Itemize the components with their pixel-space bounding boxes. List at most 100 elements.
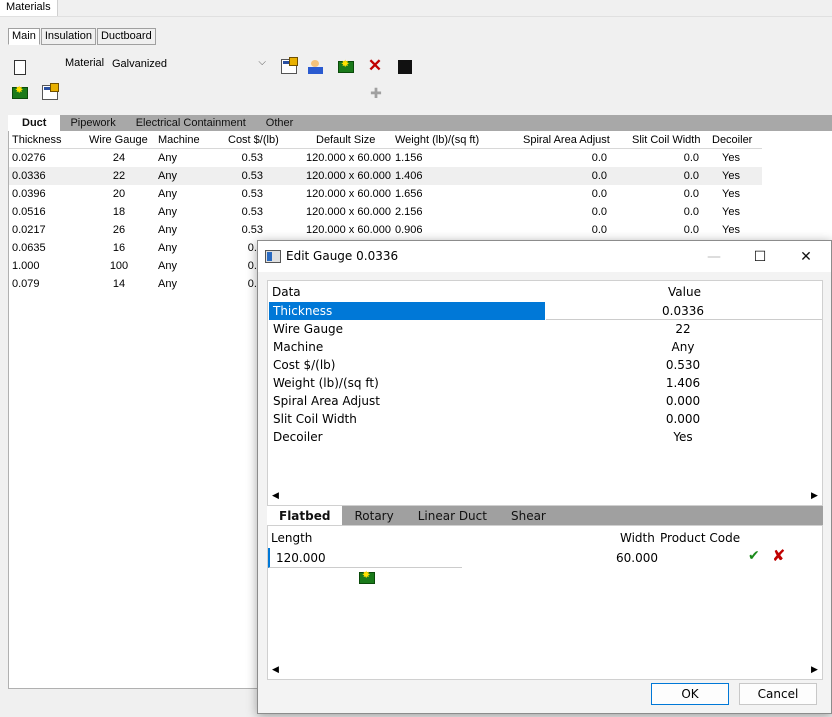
horizontal-scrollbar[interactable]: ◀ ▶ xyxy=(268,663,822,678)
table-cell: 0.53 xyxy=(241,188,263,200)
property-row[interactable]: Thickness 0.0336 xyxy=(268,302,822,320)
property-row[interactable]: Cost $/(lb) 0.530 xyxy=(268,356,822,374)
table-row[interactable]: 0.0516 18 Any 0.53 120.000 x 60.000 2.156 0.0 0… xyxy=(9,203,762,221)
property-label: Spiral Area Adjust xyxy=(273,394,380,408)
property-row[interactable]: Slit Coil Width 0.000 xyxy=(268,410,822,428)
dialog-title: Edit Gauge 0.0336 xyxy=(286,249,399,263)
table-row[interactable]: 0.0336 22 Any 0.53 120.000 x 60.000 1.406 0.0 0… xyxy=(9,167,762,185)
tab-linear-duct[interactable]: Linear Duct xyxy=(406,506,499,525)
table-row[interactable]: 0.0217 26 Any 0.53 120.000 x 60.000 0.906 0.0 0… xyxy=(9,221,762,239)
machine-tab-bar: Flatbed Rotary Linear Duct Shear xyxy=(267,506,823,525)
sub-tab-bar: Main Insulation Ductboard xyxy=(8,28,157,45)
table-cell: Yes xyxy=(722,224,740,236)
table-cell: 0.53 xyxy=(241,206,263,218)
table-cell: 0.0 xyxy=(683,170,699,182)
col-default-size[interactable]: Default Size xyxy=(316,134,375,146)
col-wire-gauge[interactable]: Wire Gauge xyxy=(89,134,148,146)
property-label: Weight (lb)/(sq ft) xyxy=(273,376,379,390)
col-thickness[interactable]: Thickness xyxy=(12,134,62,146)
table-header: Thickness Wire Gauge Machine Cost $/(lb)… xyxy=(9,131,762,149)
col-decoiler[interactable]: Decoiler xyxy=(712,134,752,146)
minimize-icon[interactable]: — xyxy=(691,245,737,269)
maximize-icon[interactable]: ☐ xyxy=(737,245,783,269)
property-value: Yes xyxy=(673,430,693,444)
material-properties-icon[interactable] xyxy=(280,56,298,75)
material-label: Material xyxy=(65,57,105,69)
tab-pipework[interactable]: Pipework xyxy=(60,115,125,131)
col-product-code: Product Code xyxy=(660,531,741,545)
col-width: Width xyxy=(620,531,655,545)
table-cell: 0.0 xyxy=(683,152,699,164)
col-slit-coil[interactable]: Slit Coil Width xyxy=(632,134,700,146)
col-machine[interactable]: Machine xyxy=(158,134,200,146)
table-cell: Yes xyxy=(722,206,740,218)
ok-button[interactable]: OK xyxy=(651,683,729,705)
delete-icon[interactable]: ✕ xyxy=(366,57,384,75)
user-icon[interactable] xyxy=(307,58,325,76)
tab-ductboard[interactable]: Ductboard xyxy=(96,28,156,45)
properties-grid: Data Value Thickness 0.0336 Wire Gauge 22 Ma… xyxy=(267,280,823,506)
scroll-right-icon[interactable]: ▶ xyxy=(807,489,822,504)
table-cell: 1.406 xyxy=(395,170,423,182)
table-cell: 0.0 xyxy=(591,224,607,236)
horizontal-scrollbar[interactable]: ◀ ▶ xyxy=(268,489,822,504)
property-row[interactable]: Decoiler Yes xyxy=(268,428,822,446)
tab-electrical-containment[interactable]: Electrical Containment xyxy=(126,115,256,131)
cancel-button[interactable]: Cancel xyxy=(739,683,817,705)
table-cell: 0.53 xyxy=(241,224,263,236)
pin-icon[interactable]: ✚ xyxy=(367,84,385,102)
scroll-left-icon[interactable]: ◀ xyxy=(268,663,283,678)
tab-insulation[interactable]: Insulation xyxy=(40,28,96,45)
property-row[interactable]: Spiral Area Adjust 0.000 xyxy=(268,392,822,410)
property-row[interactable]: Weight (lb)/(sq ft) 1.406 xyxy=(268,374,822,392)
add-row-icon[interactable] xyxy=(358,569,376,587)
table-cell: 0.0 xyxy=(591,188,607,200)
table-cell: 0.53 xyxy=(241,170,263,182)
col-value: Value xyxy=(668,285,701,299)
table-cell: 0.5 xyxy=(247,278,263,290)
tab-shear[interactable]: Shear xyxy=(499,506,558,525)
col-cost[interactable]: Cost $/(lb) xyxy=(228,134,279,146)
table-cell: 26 xyxy=(112,224,126,236)
property-label: Thickness xyxy=(269,302,545,320)
tab-rotary[interactable]: Rotary xyxy=(342,506,405,525)
properties-icon[interactable] xyxy=(41,82,59,101)
tab-main[interactable]: Main xyxy=(8,28,40,45)
col-weight[interactable]: Weight (lb)/(sq ft) xyxy=(395,134,479,146)
app-icon xyxy=(265,250,281,263)
table-cell: Yes xyxy=(722,152,740,164)
preview-icon[interactable] xyxy=(11,58,29,76)
scroll-right-icon[interactable]: ▶ xyxy=(807,663,822,678)
black-square-icon[interactable] xyxy=(396,58,414,76)
property-row[interactable]: Machine Any xyxy=(268,338,822,356)
check-icon[interactable]: ✔ xyxy=(748,548,760,564)
table-cell: 20 xyxy=(112,188,126,200)
table-cell: 0.0276 xyxy=(12,152,46,164)
tab-flatbed[interactable]: Flatbed xyxy=(267,506,343,525)
scroll-left-icon[interactable]: ◀ xyxy=(268,489,283,504)
table-cell: 0.079 xyxy=(12,278,40,290)
length-value: 120.000 xyxy=(276,551,326,565)
tab-other[interactable]: Other xyxy=(256,115,304,131)
table-cell: 120.000 x 60.000 xyxy=(305,206,391,218)
tab-materials[interactable]: Materials xyxy=(0,0,58,16)
table-cell: 120.000 x 60.000 xyxy=(305,152,391,164)
table-cell: Yes xyxy=(722,188,740,200)
property-label: Cost $/(lb) xyxy=(273,358,336,372)
add-material-icon[interactable] xyxy=(337,58,355,76)
table-cell: 0.0635 xyxy=(12,242,46,254)
add-item-icon[interactable] xyxy=(11,84,29,102)
table-row[interactable]: 0.0396 20 Any 0.53 120.000 x 60.000 1.656 0.0 0… xyxy=(9,185,762,203)
table-cell: 0.0 xyxy=(683,224,699,236)
table-cell: 0.5 xyxy=(247,242,263,254)
property-label: Decoiler xyxy=(273,430,323,444)
table-row[interactable]: 0.0276 24 Any 0.53 120.000 x 60.000 1.156 0.0 0… xyxy=(9,149,762,167)
close-icon[interactable]: ✕ xyxy=(783,245,829,269)
material-select[interactable]: Galvanized ⌵ xyxy=(109,56,270,73)
col-spiral-area[interactable]: Spiral Area Adjust xyxy=(523,134,610,146)
table-cell: 0.0516 xyxy=(12,206,46,218)
type-tab-bar: Duct Pipework Electrical Containment Oth… xyxy=(8,115,832,131)
property-row[interactable]: Wire Gauge 22 xyxy=(268,320,822,338)
tab-duct[interactable]: Duct xyxy=(8,115,61,131)
close-icon[interactable]: ✘ xyxy=(772,546,785,565)
